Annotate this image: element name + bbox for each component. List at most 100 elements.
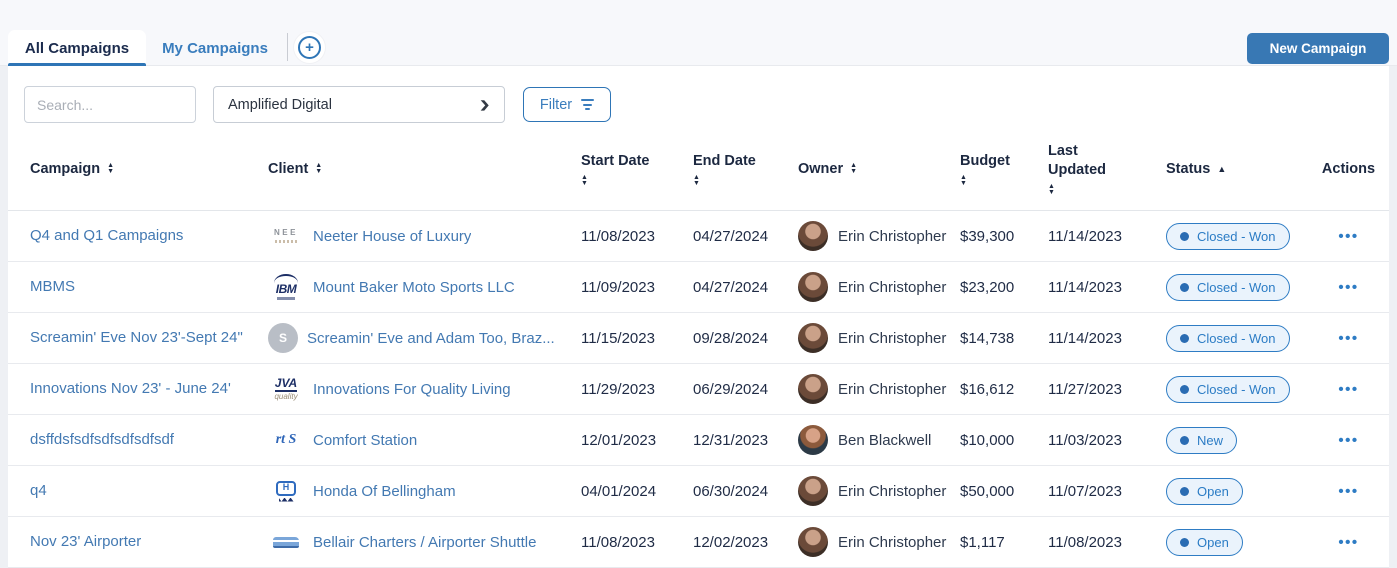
owner-avatar (798, 527, 828, 557)
tab-my-campaigns-label: My Campaigns (162, 40, 268, 57)
column-header-start-date[interactable]: Start Date▲▼ (581, 152, 663, 187)
last-updated: 11/14/2023 (1048, 228, 1166, 245)
client-logo: NEE (268, 229, 304, 242)
budget: $50,000 (960, 483, 1048, 500)
status-label: Closed - Won (1197, 382, 1276, 397)
toolbar: Amplified Digital ❯︎ Filter (8, 66, 1389, 128)
status-label: Closed - Won (1197, 280, 1276, 295)
start-date: 11/29/2023 (581, 381, 693, 398)
status-badge: Open (1166, 478, 1243, 505)
column-label: Status (1166, 160, 1210, 179)
column-label: Owner (798, 160, 843, 179)
client-link[interactable]: Neeter House of Luxury (313, 228, 471, 245)
row-actions-button[interactable]: ••• (1338, 432, 1358, 449)
row-actions-button[interactable]: ••• (1338, 534, 1358, 551)
campaign-link[interactable]: dsffdsfsdfsdfsdfsdfsdf (30, 431, 174, 448)
column-header-client[interactable]: Client▲▼ (268, 160, 581, 179)
row-actions-button[interactable]: ••• (1338, 228, 1358, 245)
sort-asc-icon: ▲ (1217, 166, 1226, 172)
campaigns-panel: Amplified Digital ❯︎ Filter Campaign▲▼Cl… (8, 66, 1389, 568)
table-row: Screamin' Eve Nov 23'-Sept 24" S Screami… (8, 313, 1389, 364)
campaign-link[interactable]: MBMS (30, 278, 75, 295)
column-label: Campaign (30, 160, 100, 179)
row-actions-button[interactable]: ••• (1338, 381, 1358, 398)
column-label: Budget (960, 152, 1010, 171)
filter-icon (581, 99, 594, 110)
owner-name: Erin Christopher (838, 483, 946, 500)
status-dot-icon (1180, 232, 1189, 241)
client-logo: S (268, 323, 298, 353)
row-actions-button[interactable]: ••• (1338, 330, 1358, 347)
status-dot-icon (1180, 487, 1189, 496)
client-link[interactable]: Screamin' Eve and Adam Too, Braz... (307, 330, 555, 347)
owner-name: Erin Christopher (838, 279, 946, 296)
start-date: 11/09/2023 (581, 279, 693, 296)
end-date: 12/02/2023 (693, 534, 798, 551)
column-label: End Date (693, 152, 756, 171)
column-header-end-date[interactable]: End Date ▲▼ (693, 152, 765, 187)
column-header-owner[interactable]: Owner ▲▼ (798, 160, 960, 179)
start-date: 11/15/2023 (581, 330, 693, 347)
campaign-link[interactable]: q4 (30, 482, 47, 499)
owner-name: Erin Christopher (838, 330, 946, 347)
end-date: 09/28/2024 (693, 330, 798, 347)
last-updated: 11/27/2023 (1048, 381, 1166, 398)
column-header-budget[interactable]: Budget▲▼ (960, 152, 1020, 187)
column-header-campaign[interactable]: Campaign ▲▼ (30, 160, 268, 179)
budget: $14,738 (960, 330, 1048, 347)
row-actions-button[interactable]: ••• (1338, 483, 1358, 500)
client-link[interactable]: Comfort Station (313, 432, 417, 449)
client-link[interactable]: Honda Of Bellingham (313, 483, 456, 500)
last-updated: 11/07/2023 (1048, 483, 1166, 500)
status-badge: Closed - Won (1166, 376, 1290, 403)
new-campaign-button[interactable]: New Campaign (1247, 33, 1389, 64)
campaign-link[interactable]: Nov 23' Airporter (30, 533, 141, 550)
plus-circle-icon: + (298, 36, 321, 59)
client-logo (268, 537, 304, 548)
end-date: 04/27/2024 (693, 279, 798, 296)
status-label: Closed - Won (1197, 331, 1276, 346)
sort-icon: ▲▼ (850, 163, 857, 175)
end-date: 06/30/2024 (693, 483, 798, 500)
owner-avatar (798, 374, 828, 404)
filter-button[interactable]: Filter (523, 87, 611, 122)
table-row: Innovations Nov 23' - June 24' JVAqualit… (8, 364, 1389, 415)
client-link[interactable]: Bellair Charters / Airporter Shuttle (313, 534, 536, 551)
add-tab-button[interactable]: + (294, 32, 325, 63)
tab-all-campaigns-label: All Campaigns (25, 40, 129, 57)
status-label: New (1197, 433, 1223, 448)
campaign-link[interactable]: Q4 and Q1 Campaigns (30, 227, 183, 244)
sort-icon: ▲▼ (107, 163, 114, 175)
status-dot-icon (1180, 385, 1189, 394)
owner-name: Erin Christopher (838, 534, 946, 551)
client-logo: H (268, 481, 304, 502)
budget: $16,612 (960, 381, 1048, 398)
publisher-dropdown[interactable]: Amplified Digital ❯︎ (213, 86, 505, 123)
column-header-status[interactable]: Status ▲ (1166, 160, 1308, 179)
sort-icon: ▲▼ (693, 175, 700, 187)
start-date: 11/08/2023 (581, 228, 693, 245)
status-badge: Closed - Won (1166, 325, 1290, 352)
status-badge: New (1166, 427, 1237, 454)
search-input[interactable] (24, 86, 196, 123)
sort-icon: ▲▼ (581, 175, 588, 187)
status-dot-icon (1180, 334, 1189, 343)
top-bar: All Campaigns My Campaigns + New Campaig… (0, 0, 1397, 66)
campaign-link[interactable]: Screamin' Eve Nov 23'-Sept 24" (30, 329, 243, 346)
client-link[interactable]: Mount Baker Moto Sports LLC (313, 279, 515, 296)
owner-avatar (798, 425, 828, 455)
last-updated: 11/08/2023 (1048, 534, 1166, 551)
end-date: 06/29/2024 (693, 381, 798, 398)
row-actions-button[interactable]: ••• (1338, 279, 1358, 296)
tab-all-campaigns[interactable]: All Campaigns (8, 30, 146, 66)
owner-name: Erin Christopher (838, 228, 946, 245)
table-body: Q4 and Q1 Campaigns NEE Neeter House of … (8, 211, 1389, 568)
client-logo: JVAquality (268, 377, 304, 401)
campaign-link[interactable]: Innovations Nov 23' - June 24' (30, 380, 231, 397)
client-link[interactable]: Innovations For Quality Living (313, 381, 511, 398)
budget: $23,200 (960, 279, 1048, 296)
tab-divider (287, 33, 288, 61)
tab-my-campaigns[interactable]: My Campaigns (152, 30, 278, 66)
column-header-last-updated[interactable]: Last Updated▲▼ (1048, 142, 1130, 196)
column-header-actions: Actions (1308, 160, 1389, 179)
